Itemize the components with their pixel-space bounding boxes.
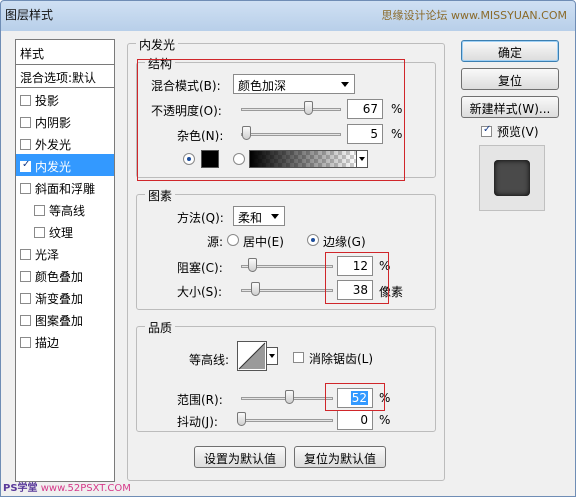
style-item-label: 渐变叠加 [35, 292, 84, 306]
style-list: 样式 混合选项:默认 投影内阴影外发光内发光斜面和浮雕等高线纹理光泽颜色叠加渐变… [15, 39, 115, 482]
style-item[interactable]: 图案叠加 [16, 308, 114, 330]
contour-dropdown-icon[interactable] [266, 347, 278, 365]
style-preview [479, 145, 545, 211]
annotation-highlight-box [137, 59, 405, 181]
choke-label: 阻塞(C): [177, 261, 223, 275]
inner-glow-title: 内发光 [136, 36, 179, 53]
style-item[interactable]: 颜色叠加 [16, 264, 114, 286]
jitter-slider[interactable] [237, 412, 333, 426]
source-edge-radio[interactable] [307, 234, 319, 246]
style-item-checkbox[interactable] [20, 337, 31, 348]
style-item-label: 内发光 [35, 160, 72, 174]
style-item-checkbox[interactable] [34, 205, 45, 216]
choke-thumb[interactable] [248, 258, 258, 272]
dialog-body: 样式 混合选项:默认 投影内阴影外发光内发光斜面和浮雕等高线纹理光泽颜色叠加渐变… [7, 31, 570, 493]
style-item-label: 图案叠加 [35, 314, 84, 328]
title-bar: 图层样式 思缘设计论坛 www.MISSYUAN.COM [1, 1, 575, 31]
source-center-radio[interactable] [227, 234, 239, 246]
watermark-bottom-brand: PS学堂 [3, 483, 38, 494]
jitter-input[interactable]: 0 [337, 410, 373, 430]
style-item-checkbox[interactable] [20, 249, 31, 260]
anti-alias-checkbox[interactable] [293, 352, 304, 363]
style-item[interactable]: 投影 [16, 88, 114, 110]
watermark-bottom: PS学堂 www.52PSXT.COM [3, 479, 131, 494]
style-item[interactable]: 内阴影 [16, 110, 114, 132]
style-item[interactable]: 渐变叠加 [16, 286, 114, 308]
preview-checkbox[interactable] [481, 124, 492, 137]
quality-title: 品质 [145, 319, 176, 336]
style-item-checkbox[interactable] [20, 183, 31, 194]
style-item[interactable]: 等高线 [16, 198, 114, 220]
style-item[interactable]: 外发光 [16, 132, 114, 154]
contour-picker[interactable] [237, 341, 267, 371]
method-label: 方法(Q): [177, 211, 224, 225]
choke-slider[interactable] [241, 258, 333, 272]
range-slider[interactable] [241, 390, 333, 404]
contour-curve-icon [238, 342, 266, 370]
style-list-header: 样式 [16, 40, 114, 65]
preview-thumbnail [494, 160, 530, 196]
ok-button[interactable]: 确定 [461, 40, 559, 62]
style-item-label: 纹理 [49, 226, 74, 240]
size-label: 大小(S): [177, 285, 223, 299]
style-item-label: 投影 [35, 94, 60, 108]
jitter-label: 抖动(J): [177, 415, 218, 429]
style-item-label: 描边 [35, 336, 60, 350]
style-item-label: 外发光 [35, 138, 72, 152]
size-slider[interactable] [241, 282, 333, 296]
source-center-label: 居中(E) [243, 235, 284, 249]
style-item[interactable]: 描边 [16, 330, 114, 352]
style-item-label: 内阴影 [35, 116, 72, 130]
style-item-label: 斜面和浮雕 [35, 182, 96, 196]
range-thumb[interactable] [284, 390, 294, 404]
style-item-checkbox[interactable] [20, 293, 31, 304]
style-item-label: 颜色叠加 [35, 270, 84, 284]
preview-label: 预览(V) [497, 125, 539, 139]
style-item-label: 光泽 [35, 248, 60, 262]
make-default-button[interactable]: 设置为默认值 [194, 446, 286, 468]
style-item-checkbox[interactable] [20, 159, 31, 172]
style-item-checkbox[interactable] [20, 139, 31, 150]
reset-button[interactable]: 复位 [461, 68, 559, 90]
style-item-checkbox[interactable] [20, 117, 31, 128]
style-item[interactable]: 斜面和浮雕 [16, 176, 114, 198]
jitter-thumb[interactable] [237, 412, 246, 426]
blend-options-item[interactable]: 混合选项:默认 [16, 65, 114, 88]
style-item-checkbox[interactable] [20, 315, 31, 326]
contour-label: 等高线: [189, 353, 230, 367]
annotation-highlight-box [325, 383, 385, 411]
elements-title: 图素 [145, 187, 176, 204]
window-title: 图层样式 [5, 8, 54, 22]
style-item-checkbox[interactable] [20, 95, 31, 106]
style-item[interactable]: 光泽 [16, 242, 114, 264]
annotation-highlight-box [325, 252, 389, 304]
new-style-button[interactable]: 新建样式(W)... [461, 96, 559, 118]
style-item[interactable]: 纹理 [16, 220, 114, 242]
chevron-down-icon [271, 214, 279, 219]
style-item-label: 等高线 [49, 204, 86, 218]
size-thumb[interactable] [250, 282, 260, 296]
watermark-bottom-url: www.52PSXT.COM [40, 483, 131, 494]
range-label: 范围(R): [177, 393, 223, 407]
method-value: 柔和 [238, 211, 263, 225]
jitter-unit: % [379, 413, 391, 427]
layer-style-dialog: 图层样式 思缘设计论坛 www.MISSYUAN.COM 样式 混合选项:默认 … [0, 0, 576, 497]
reset-default-button[interactable]: 复位为默认值 [294, 446, 386, 468]
style-item-checkbox[interactable] [20, 271, 31, 282]
source-edge-label: 边缘(G) [323, 235, 366, 249]
jitter-track [241, 419, 333, 422]
method-select[interactable]: 柔和 [233, 206, 285, 226]
style-item[interactable]: 内发光 [16, 154, 114, 176]
style-items: 投影内阴影外发光内发光斜面和浮雕等高线纹理光泽颜色叠加渐变叠加图案叠加描边 [16, 88, 114, 352]
watermark-top: 思缘设计论坛 www.MISSYUAN.COM [381, 9, 567, 22]
elements-group: 图素 方法(Q): 柔和 源: 居中(E) 边缘(G) 阻塞(C): 12 % [136, 187, 436, 310]
quality-group: 品质 等高线: 消除锯齿(L) 范围(R): 52 % 抖动(J): 0 % [136, 319, 436, 432]
source-label: 源: [207, 235, 224, 249]
style-item-checkbox[interactable] [34, 227, 45, 238]
anti-alias-label: 消除锯齿(L) [309, 352, 374, 366]
